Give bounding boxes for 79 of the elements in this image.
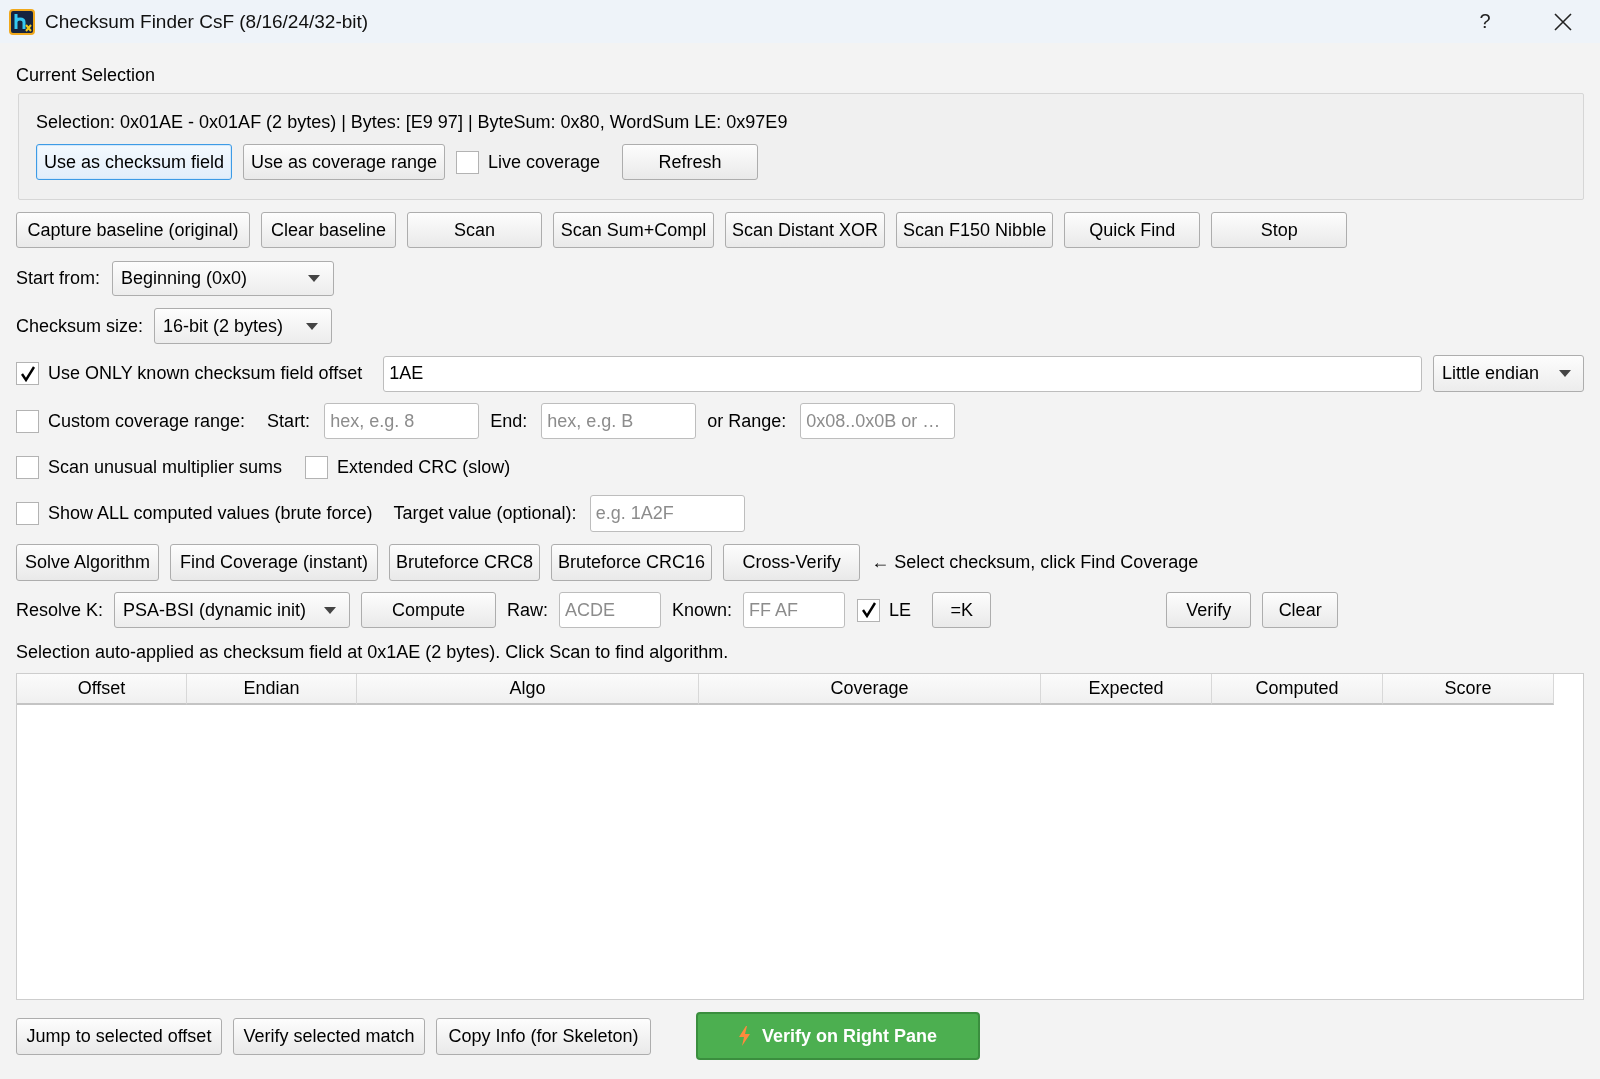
range-input[interactable]: 0x08..0x0B or …: [800, 403, 956, 439]
field-label: Target value (optional):: [393, 503, 577, 524]
checkbox-label[interactable]: Show ALL computed values (brute force): [48, 503, 373, 524]
column-header[interactable]: Coverage: [699, 674, 1041, 705]
help-button[interactable]: ?: [1465, 5, 1505, 38]
dropdown[interactable]: 16-bit (2 bytes): [154, 308, 333, 344]
status-message: Selection auto-applied as checksum field at 0x1AE (2 bytes). Click Scan to find algorithm.: [16, 641, 729, 663]
caret-icon: [1559, 370, 1571, 377]
caret-icon: [308, 275, 320, 282]
dropdown[interactable]: Little endian: [1433, 355, 1584, 392]
refresh-button[interactable]: Refresh: [622, 144, 759, 180]
dropdown[interactable]: PSA-BSI (dynamic init): [114, 592, 351, 628]
field-label: Known:: [672, 599, 733, 621]
selection-button[interactable]: Use as coverage range: [243, 144, 445, 180]
action-button[interactable]: Bruteforce CRC8: [389, 544, 541, 581]
checkbox-label[interactable]: Extended CRC (slow): [337, 456, 511, 478]
checkmark-icon: [860, 602, 877, 618]
action-button[interactable]: Jump to selected offset: [16, 1017, 222, 1055]
checkbox-label[interactable]: LE: [889, 599, 912, 621]
checkbox[interactable]: [456, 150, 479, 174]
checkbox[interactable]: [16, 502, 39, 525]
checkbox[interactable]: [16, 362, 39, 385]
selection-info: Selection: 0x01AE - 0x01AF (2 bytes) | Bytes: [E9 97] | ByteSum: 0x80, WordSum LE: 0x97E9: [36, 111, 788, 133]
target-input[interactable]: e.g. 1A2F: [589, 495, 745, 532]
field-label: or Range:: [707, 410, 787, 432]
action-button[interactable]: Scan Sum+Compl: [553, 212, 714, 248]
action-button[interactable]: Bruteforce CRC16: [551, 544, 713, 581]
offset-input[interactable]: 1AE: [383, 355, 1422, 392]
field-label: Start:: [267, 410, 311, 432]
action-button[interactable]: Find Coverage (instant): [170, 544, 378, 581]
checkbox[interactable]: [16, 455, 39, 479]
action-button[interactable]: Capture baseline (original): [16, 212, 250, 248]
clear-button[interactable]: Clear: [1262, 592, 1339, 628]
app-icon: [9, 8, 35, 35]
window-title: Checksum Finder CsF (8/16/24/32-bit): [45, 10, 369, 33]
checkbox[interactable]: [857, 598, 881, 622]
field-label: Raw:: [507, 599, 549, 621]
action-button[interactable]: Scan Distant XOR: [725, 212, 886, 248]
action-button[interactable]: Verify selected match: [233, 1017, 425, 1055]
checkbox-label[interactable]: Scan unusual multiplier sums: [48, 456, 283, 478]
action-button[interactable]: Scan: [407, 212, 542, 248]
action-button[interactable]: Cross-Verify: [723, 544, 861, 581]
column-header[interactable]: Computed: [1212, 674, 1383, 705]
close-icon[interactable]: [1554, 12, 1572, 31]
hint-text: ← Select checksum, click Find Coverage: [871, 552, 1199, 573]
action-button[interactable]: Solve Algorithm: [16, 544, 159, 581]
set-k-button[interactable]: =K: [932, 592, 992, 628]
action-button[interactable]: Stop: [1211, 212, 1348, 248]
field-label: Start from:: [16, 268, 100, 289]
end-input[interactable]: hex, e.g. B: [541, 403, 697, 439]
dropdown[interactable]: Beginning (0x0): [112, 261, 334, 296]
caret-icon: [306, 322, 319, 330]
checkmark-icon: [19, 365, 36, 382]
raw-input[interactable]: ACDE: [559, 592, 662, 628]
field-label: Checksum size:: [16, 315, 144, 337]
compute-button[interactable]: Compute: [361, 592, 497, 628]
action-button[interactable]: Clear baseline: [261, 212, 396, 248]
column-header[interactable]: Expected: [1041, 674, 1212, 705]
column-header[interactable]: Offset: [17, 674, 187, 705]
section-label: Current Selection: [16, 64, 156, 86]
field-label: End:: [490, 410, 528, 432]
checkbox[interactable]: [16, 409, 39, 433]
known-input[interactable]: FF AF: [743, 592, 846, 628]
selection-button[interactable]: Use as checksum field: [36, 144, 232, 180]
action-button[interactable]: Quick Find: [1064, 212, 1201, 248]
checkbox-label[interactable]: Live coverage: [488, 151, 601, 173]
checkbox-label[interactable]: Use ONLY known checksum field offset: [48, 363, 363, 384]
action-button[interactable]: Scan F150 Nibble: [896, 212, 1054, 248]
field-label: Resolve K:: [16, 599, 104, 621]
verify-button[interactable]: Verify: [1166, 592, 1252, 628]
caret-icon: [324, 606, 337, 614]
column-header[interactable]: Algo: [357, 674, 699, 705]
checkbox[interactable]: [305, 455, 329, 479]
start-input[interactable]: hex, e.g. 8: [324, 403, 480, 439]
column-header[interactable]: Score: [1383, 674, 1554, 705]
action-button[interactable]: Copy Info (for Skeleton): [436, 1017, 651, 1055]
column-header[interactable]: Endian: [187, 674, 357, 705]
checkbox-label[interactable]: Custom coverage range:: [48, 410, 246, 432]
lightning-icon: [738, 1026, 750, 1046]
